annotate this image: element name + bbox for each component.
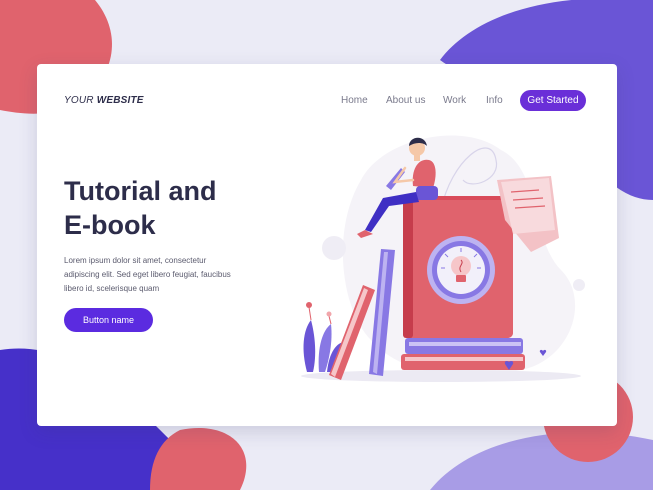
description-line-3: libero id, scelerisque quam: [64, 284, 160, 293]
lightbulb-icon: [427, 236, 495, 304]
get-started-button[interactable]: Get Started: [520, 90, 586, 111]
title-line-2: E-book: [64, 210, 156, 240]
title-line-1: Tutorial and: [64, 176, 217, 206]
nav-info[interactable]: Info: [486, 95, 503, 106]
hero-illustration: [301, 135, 585, 382]
decor-circle-small: [573, 279, 585, 291]
hero-description: Lorem ipsum dolor sit amet, consectetur …: [64, 254, 264, 296]
site-logo[interactable]: YOUR WEBSITE: [64, 95, 144, 106]
nav-home[interactable]: Home: [341, 95, 368, 106]
landing-card: YOUR WEBSITE Home About us Work Info Get…: [37, 64, 617, 426]
nav-about-us[interactable]: About us: [386, 95, 425, 106]
logo-suffix: WEBSITE: [96, 95, 144, 106]
description-line-2: adipiscing elit. Sed eget libero feugiat…: [64, 270, 231, 279]
hero-button[interactable]: Button name: [64, 308, 153, 332]
nav-work[interactable]: Work: [443, 95, 466, 106]
logo-prefix: YOUR: [64, 95, 94, 106]
page-title: Tutorial and E-book: [64, 174, 284, 242]
decor-circle: [322, 236, 346, 260]
description-line-1: Lorem ipsum dolor sit amet, consectetur: [64, 256, 207, 265]
